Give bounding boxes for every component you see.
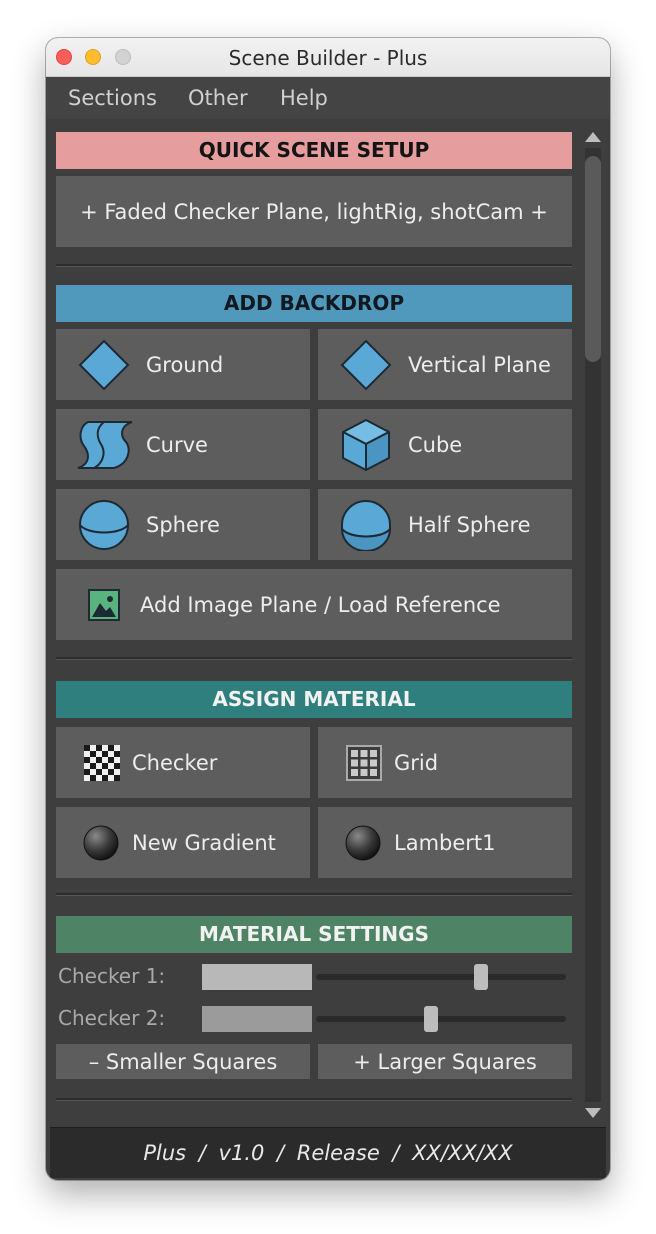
scrollbar-thumb[interactable]	[585, 156, 601, 362]
checker1-slider-handle[interactable]	[474, 964, 488, 990]
half-sphere-button[interactable]: Half Sphere	[318, 489, 572, 560]
larger-squares-label: + Larger Squares	[353, 1049, 537, 1074]
image-plane-button[interactable]: Add Image Plane / Load Reference	[56, 569, 572, 640]
diamond-icon	[78, 339, 130, 390]
checker2-slider-track[interactable]	[316, 1016, 566, 1022]
grid-icon	[346, 744, 382, 781]
checker1-color-swatch[interactable]	[202, 964, 312, 990]
checker2-label: Checker 2:	[58, 1006, 166, 1030]
image-plane-button-label: Add Image Plane / Load Reference	[140, 592, 501, 617]
vertical-scrollbar[interactable]	[581, 126, 605, 1126]
shader-ball-icon	[83, 825, 119, 860]
checker1-label: Checker 1:	[58, 964, 166, 988]
vertical-plane-button-label: Vertical Plane	[408, 352, 551, 377]
scroll-up-arrow-icon[interactable]	[585, 132, 601, 142]
scene-builder-window: Scene Builder - Plus Sections Other Help…	[46, 38, 610, 1180]
grid-button-label: Grid	[394, 750, 439, 775]
new-gradient-button[interactable]: New Gradient	[56, 807, 310, 878]
ground-button-label: Ground	[146, 352, 224, 377]
sphere-button[interactable]: Sphere	[56, 489, 310, 560]
shader-ball-icon	[345, 825, 381, 860]
lambert1-button-label: Lambert1	[394, 830, 496, 855]
menu-help[interactable]: Help	[280, 86, 328, 110]
ground-button[interactable]: Ground	[56, 329, 310, 400]
curve-button[interactable]: Curve	[56, 409, 310, 480]
image-icon	[88, 588, 120, 621]
title-bar: Scene Builder - Plus	[46, 38, 610, 77]
checker-button-label: Checker	[132, 750, 218, 775]
smaller-squares-label: – Smaller Squares	[88, 1049, 278, 1074]
diamond-icon	[340, 339, 392, 390]
material-header: ASSIGN MATERIAL	[56, 681, 572, 718]
checker-icon	[84, 744, 120, 781]
curve-icon	[77, 420, 133, 469]
cube-icon	[342, 418, 390, 471]
section-divider	[56, 1098, 572, 1101]
main-content: QUICK SCENE SETUP + Faded Checker Plane,…	[46, 119, 610, 1127]
larger-squares-button[interactable]: + Larger Squares	[318, 1044, 572, 1079]
quick-setup-button[interactable]: + Faded Checker Plane, lightRig, shotCam…	[56, 176, 572, 247]
checker-button[interactable]: Checker	[56, 727, 310, 798]
grid-button[interactable]: Grid	[318, 727, 572, 798]
checker2-slider-handle[interactable]	[424, 1006, 438, 1032]
scroll-down-arrow-icon[interactable]	[585, 1108, 601, 1118]
version-footer: Plus / v1.0 / Release / XX/XX/XX	[50, 1127, 606, 1178]
section-divider	[56, 264, 572, 267]
vertical-plane-button[interactable]: Vertical Plane	[318, 329, 572, 400]
menu-bar: Sections Other Help	[46, 77, 610, 119]
cube-button-label: Cube	[408, 432, 463, 457]
checker2-color-swatch[interactable]	[202, 1006, 312, 1032]
half-sphere-button-label: Half Sphere	[408, 512, 531, 537]
section-divider	[56, 657, 572, 660]
sphere-icon	[79, 499, 129, 550]
window-title: Scene Builder - Plus	[228, 46, 428, 70]
menu-sections[interactable]: Sections	[68, 86, 157, 110]
quick-setup-header: QUICK SCENE SETUP	[56, 132, 572, 169]
settings-header: MATERIAL SETTINGS	[56, 916, 572, 953]
new-gradient-button-label: New Gradient	[132, 830, 276, 855]
menu-other[interactable]: Other	[188, 86, 248, 110]
cube-button[interactable]: Cube	[318, 409, 572, 480]
curve-button-label: Curve	[146, 432, 208, 457]
backdrop-header: ADD BACKDROP	[56, 285, 572, 322]
checker1-slider-track[interactable]	[316, 974, 566, 980]
smaller-squares-button[interactable]: – Smaller Squares	[56, 1044, 310, 1079]
lambert1-button[interactable]: Lambert1	[318, 807, 572, 878]
sphere-button-label: Sphere	[146, 512, 220, 537]
quick-setup-button-label: + Faded Checker Plane, lightRig, shotCam…	[80, 199, 548, 224]
section-divider	[56, 893, 572, 896]
half-sphere-icon	[340, 499, 392, 551]
